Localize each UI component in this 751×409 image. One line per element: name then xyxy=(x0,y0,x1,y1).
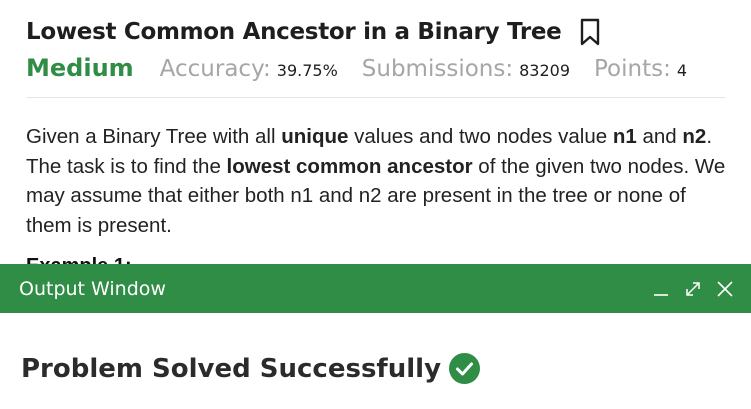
desc-bold: lowest common ancestor xyxy=(226,154,473,178)
output-window-header: Output Window xyxy=(0,264,751,313)
check-circle-icon xyxy=(449,353,481,384)
points-label: Points: xyxy=(594,56,671,82)
result-text: Problem Solved Successfully xyxy=(21,353,442,384)
points-value: 4 xyxy=(676,61,688,80)
submissions-label: Submissions: xyxy=(361,56,514,82)
minimize-icon[interactable] xyxy=(651,279,671,299)
desc-bold: n1 xyxy=(612,125,637,148)
expand-icon[interactable] xyxy=(683,279,703,299)
desc-bold: n2 xyxy=(682,125,707,148)
problem-meta: Medium Accuracy: 39.75% Submissions: 832… xyxy=(26,54,687,82)
bookmark-icon[interactable] xyxy=(579,18,601,46)
close-icon[interactable] xyxy=(715,279,735,299)
title-row: Lowest Common Ancestor in a Binary Tree xyxy=(26,18,601,46)
output-window-title: Output Window xyxy=(19,277,166,300)
desc-text: Given a Binary Tree with all xyxy=(26,125,282,148)
desc-text: and xyxy=(636,125,683,148)
problem-description: Given a Binary Tree with all unique valu… xyxy=(26,122,731,240)
problem-title: Lowest Common Ancestor in a Binary Tree xyxy=(26,19,562,45)
desc-bold: unique xyxy=(281,125,349,148)
accuracy-value: 39.75% xyxy=(276,61,338,80)
divider xyxy=(26,97,726,98)
desc-text: values and two nodes value xyxy=(348,125,613,148)
result-message: Problem Solved Successfully xyxy=(21,353,481,384)
accuracy-label: Accuracy: xyxy=(159,56,271,82)
output-window: Output Window Problem Solved Successfull… xyxy=(0,264,751,409)
difficulty-badge: Medium xyxy=(26,54,134,82)
window-controls xyxy=(651,279,735,299)
submissions-value: 83209 xyxy=(519,61,570,80)
